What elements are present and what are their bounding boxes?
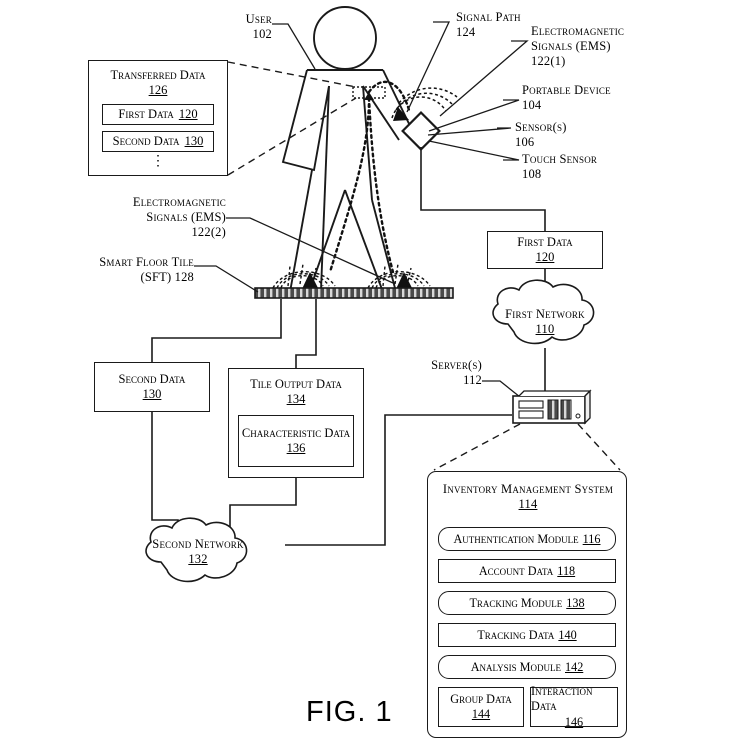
box-transferred-data: Transferred Data 126 First Data 120 Seco…: [88, 60, 228, 176]
leader-portable-device: [428, 99, 520, 132]
box-second-data-nested: Second Data 130: [102, 131, 214, 152]
patent-figure-canvas: User 102 Signal Path 124 Electromagnetic…: [0, 0, 730, 751]
smart-floor-tile: [254, 287, 454, 299]
leader-sensors: [427, 127, 512, 136]
transferred-data-ellipsis: ⋮: [151, 154, 165, 169]
box-characteristic-data: Characteristic Data 136: [238, 415, 354, 467]
label-ems-1: Electromagnetic Signals (EMS) 122(1): [531, 24, 625, 68]
signal-path-arrowhead: [364, 92, 374, 100]
user-left-leg-inner: [308, 189, 346, 293]
server-icon: [512, 389, 592, 425]
leader-servers: [482, 380, 521, 398]
leader-sft: [194, 265, 259, 293]
ims-row-tracking-module[interactable]: Tracking Module 138: [438, 591, 616, 615]
label-second-network: Second Network 132: [152, 537, 244, 566]
ims-row-tracking-data[interactable]: Tracking Data 140: [438, 623, 616, 647]
ims-title: Inventory Management System 114: [442, 482, 614, 511]
user-figure: [281, 6, 414, 293]
label-signal-path: Signal Path 124: [456, 10, 521, 39]
box-second-data: Second Data 130: [94, 362, 210, 412]
user-right-leg-inner: [344, 189, 384, 293]
ims-box-group-data[interactable]: Group Data 144: [438, 687, 524, 727]
user-left-arm: [281, 69, 330, 172]
user-head: [313, 6, 377, 70]
label-first-network: First Network 110: [505, 307, 585, 336]
ims-box-interaction-data[interactable]: Interaction Data 146: [530, 684, 618, 729]
label-sensors: Sensor(s) 106: [515, 120, 567, 149]
box-first-data-nested: First Data 120: [102, 104, 214, 125]
box-tile-output-data: Tile Output Data 134 Characteristic Data…: [228, 368, 364, 478]
label-smart-floor-tile: Smart Floor Tile (SFT) 128: [99, 255, 194, 284]
label-portable-device: Portable Device 104: [522, 83, 611, 112]
label-user: User 102: [245, 12, 272, 41]
label-touch-sensor: Touch Sensor 108: [522, 152, 598, 181]
leader-ems1: [439, 40, 529, 117]
leader-touch-sensor: [428, 140, 520, 161]
box-first-data: First Data 120: [487, 231, 603, 269]
ims-row-authentication-module[interactable]: Authentication Module 116: [438, 527, 616, 551]
figure-caption: FIG. 1: [306, 696, 393, 728]
inventory-management-system-panel: Inventory Management System 114 Authenti…: [427, 471, 627, 738]
label-servers: Server(s) 112: [431, 358, 482, 387]
ims-row-account-data[interactable]: Account Data 118: [438, 559, 616, 583]
label-ems-2: Electromagnetic Signals (EMS) 122(2): [132, 195, 226, 239]
ims-row-analysis-module[interactable]: Analysis Module 142: [438, 655, 616, 679]
portable-device-icon: [401, 111, 441, 151]
